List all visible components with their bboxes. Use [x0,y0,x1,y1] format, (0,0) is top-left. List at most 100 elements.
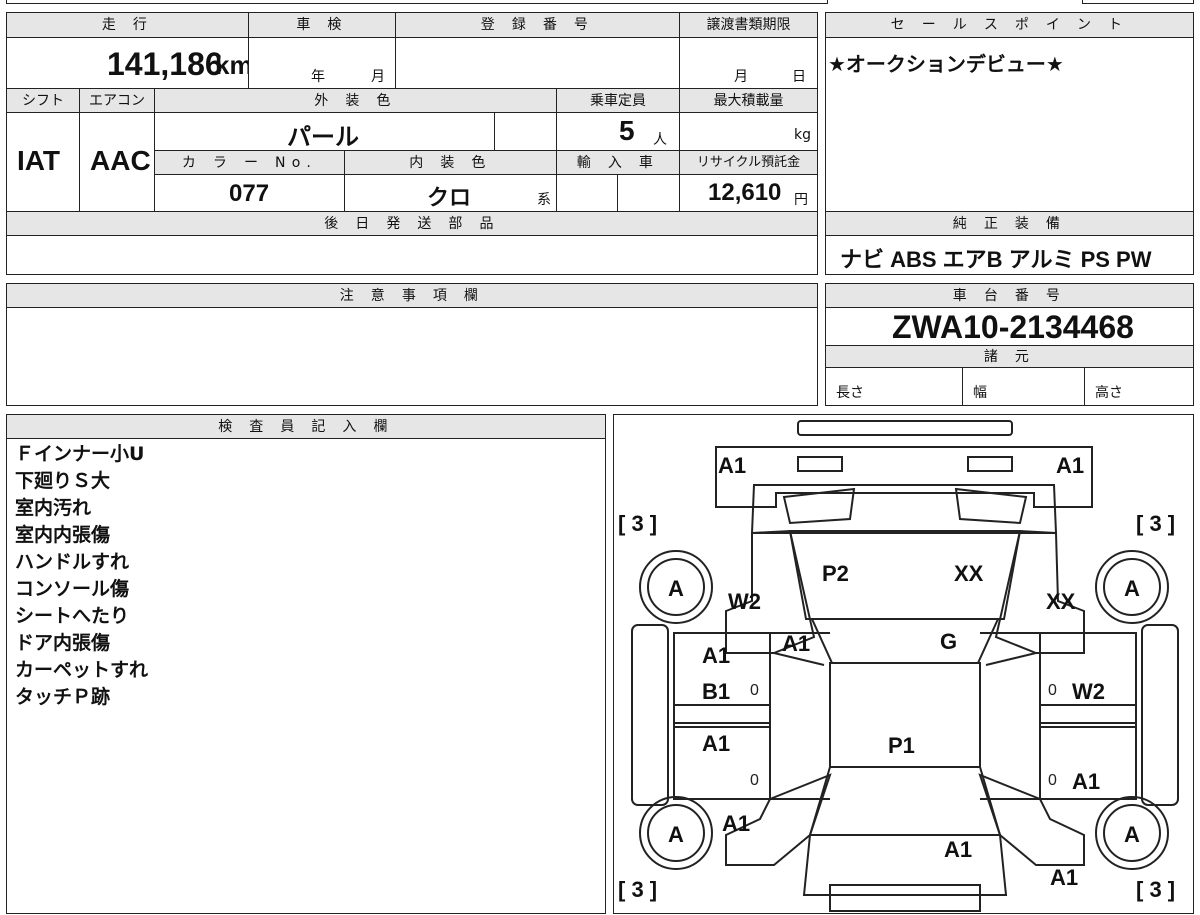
label-door-fl-1: A1 [702,643,730,668]
shift-header: シフト [7,89,80,113]
tire-mark-rl: [ 3 ] [618,877,657,902]
label-rear-left: A1 [722,811,750,836]
spec-length: 長さ [826,368,963,405]
inspector-note-item: Ｆインナー小U [15,443,145,465]
import-header: 輸 入 車 [557,151,680,175]
headlight-right [954,487,1028,525]
front-light-left [797,456,843,472]
transfer-deadline-header: 譲渡書類期限 [680,13,818,38]
tire-mark-fl: [ 3 ] [618,511,657,536]
color-no-value: 077 [229,180,270,207]
inspector-header: 検 査 員 記 入 欄 [7,415,605,439]
shift-cell: IAT [7,113,80,212]
rear-bumper-outline [829,884,981,912]
label-windshield: G [940,629,957,654]
aircon-header: エアコン [80,89,155,113]
aircon-value: AAC [90,145,151,176]
tire-mark-rr: [ 3 ] [1136,877,1175,902]
inspector-note-item: コンソール傷 [15,578,130,600]
inspector-note-item: 下廻りＳ大 [15,470,111,492]
inspector-note-item: 室内汚れ [15,497,92,519]
label-w2-left: W2 [728,589,761,614]
recycle-cell: 12,610 円 [680,175,818,212]
label-rear-right: A1 [1050,865,1078,890]
top-strip-right [1082,0,1194,4]
windshield-outline [810,618,1000,664]
spec-width-label: 幅 [973,385,987,401]
inspector-note-item: 室内内張傷 [15,524,111,546]
rear-window-outline [808,766,1002,836]
month-unit: 月 [371,69,385,85]
label-front-left: A1 [718,453,746,478]
color-no-cell: 077 [155,175,345,212]
registration-cell [396,38,680,89]
chassis-number: ZWA10-2134468 [892,309,1134,345]
capacity-unit: 人 [653,132,667,148]
step-right [1141,624,1179,806]
headlight-left [782,487,856,525]
label-door-fr: W2 [1072,679,1105,704]
equipment-header: 純 正 装 備 [826,212,1193,236]
zero-mark-4: 0 [1048,772,1057,789]
zero-mark-2: 0 [1048,682,1057,699]
notes-panel: 注 意 事 項 欄 [6,283,818,406]
import-cell-a [557,175,618,212]
interior-color-header: 内 装 色 [345,151,557,175]
wheel-label-fr: A [1124,576,1140,601]
equipment-text: ナビ ABS エアB アルミ PS PW [840,247,1152,272]
label-front-right: A1 [1056,453,1084,478]
mileage-header: 走 行 [7,13,249,38]
inspection-cell: 年 月 [249,38,396,89]
inspector-note-item: ハンドルすれ [15,551,130,573]
wheel-label-rl: A [668,822,684,847]
specs-header: 諸 元 [826,346,1193,368]
label-door-rl: A1 [702,731,730,756]
vehicle-info-grid: 走 行 車 検 登 録 番 号 譲渡書類期限 141,186 km 年 月 月 … [6,12,818,275]
mileage-value: 141,186 [107,46,223,82]
transfer-month: 月 [734,69,748,85]
interior-color-value: クロ [427,185,472,210]
later-parts-header: 後 日 発 送 部 品 [7,212,818,236]
load-unit: kg [794,127,811,143]
notes-header: 注 意 事 項 欄 [7,284,817,308]
aircon-cell: AAC [80,113,155,212]
exterior-color-header: 外 装 色 [155,89,557,113]
exterior-color-value: パール [287,124,359,151]
label-hood-right: XX [954,561,984,586]
spec-width: 幅 [963,368,1085,405]
car-diagram: A1 A1 [ 3 ] [ 3 ] [ 3 ] [ 3 ] A A A A P2… [618,420,1179,912]
spec-height-label: 高さ [1095,385,1123,401]
capacity-cell: 5 人 [557,113,680,151]
label-door-fl-2: B1 [702,679,730,704]
exterior-color-extra [495,113,557,151]
later-parts-cell [7,236,818,275]
import-cell-b [618,175,680,212]
damage-diagram-panel: A1 A1 [ 3 ] [ 3 ] [ 3 ] [ 3 ] A A A A P2… [613,414,1194,914]
capacity-header: 乗車定員 [557,89,680,113]
wheel-label-rr: A [1124,822,1140,847]
sill-left [673,704,771,724]
exterior-color-cell: パール [155,113,495,151]
mileage-cell: 141,186 km [7,38,249,89]
inspector-note-item: シートへたり [15,605,130,627]
chassis-header: 車 台 番 号 [826,284,1193,308]
capacity-value: 5 [619,115,635,146]
label-hood-left: P2 [822,561,849,586]
mileage-unit: km [215,50,249,80]
inspector-panel: 検 査 員 記 入 欄 Ｆインナー小U 下廻りＳ大室内汚れ室内内張傷ハンドルすれコ… [6,414,606,914]
interior-color-cell: クロ 系 [345,175,557,212]
spec-height: 高さ [1085,368,1193,405]
sill-right [1039,704,1137,724]
tire-mark-fr: [ 3 ] [1136,511,1175,536]
fender-rr [978,773,1085,866]
interior-suffix: 系 [537,192,551,208]
inspector-note-item: タッチＰ跡 [15,686,111,708]
wheel-label-fl: A [668,576,684,601]
max-load-header: 最大積載量 [680,89,818,113]
inspection-header: 車 検 [249,13,396,38]
label-a1-pillar: A1 [782,631,810,656]
recycle-unit: 円 [794,192,808,208]
front-bar-outline [797,420,1013,436]
label-door-rr: A1 [1072,769,1100,794]
label-roof: P1 [888,733,915,758]
